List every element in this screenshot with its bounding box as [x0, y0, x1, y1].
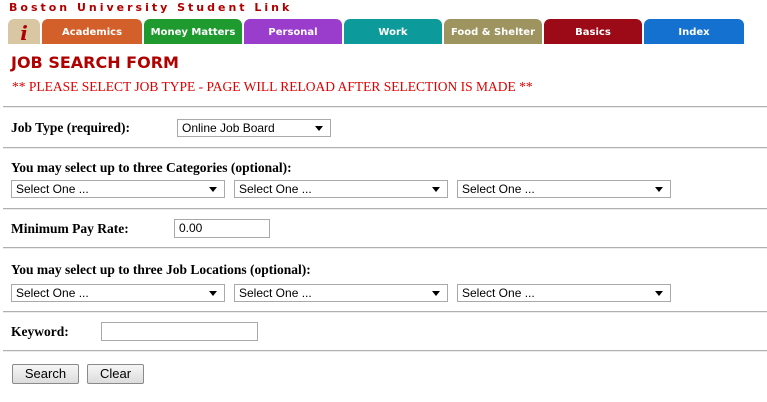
info-tab[interactable]: i [8, 19, 40, 44]
chevron-down-icon [655, 291, 663, 296]
chevron-down-icon [432, 291, 440, 296]
search-button[interactable]: Search [12, 364, 79, 384]
locations-label: You may select up to three Job Locations… [11, 262, 311, 277]
category-select-3-value: Select One ... [462, 182, 535, 196]
tab-personal[interactable]: Personal [244, 19, 342, 44]
divider [3, 208, 767, 210]
location-select-3-value: Select One ... [462, 286, 535, 300]
location-select-2[interactable]: Select One ... [234, 284, 448, 302]
chevron-down-icon [209, 187, 217, 192]
tab-food-shelter[interactable]: Food & Shelter [444, 19, 542, 44]
divider [3, 350, 767, 352]
chevron-down-icon [432, 187, 440, 192]
tab-academics[interactable]: Academics [42, 19, 142, 44]
category-select-1-value: Select One ... [16, 182, 89, 196]
location-select-3[interactable]: Select One ... [457, 284, 671, 302]
divider [3, 247, 767, 249]
chevron-down-icon [315, 126, 323, 131]
divider [3, 106, 767, 108]
location-select-2-value: Select One ... [239, 286, 312, 300]
min-pay-label: Minimum Pay Rate: [11, 221, 129, 236]
divider [3, 311, 767, 313]
tab-basics[interactable]: Basics [544, 19, 642, 44]
keyword-label: Keyword: [11, 324, 69, 339]
tab-money-matters[interactable]: Money Matters [144, 19, 242, 44]
divider [3, 147, 767, 149]
chevron-down-icon [655, 187, 663, 192]
min-pay-input[interactable]: 0.00 [174, 219, 270, 238]
location-select-1-value: Select One ... [16, 286, 89, 300]
category-select-1[interactable]: Select One ... [11, 180, 225, 198]
tab-index[interactable]: Index [644, 19, 744, 44]
categories-label: You may select up to three Categories (o… [11, 160, 292, 175]
category-select-2-value: Select One ... [239, 182, 312, 196]
site-title: Boston University Student Link [9, 1, 293, 14]
page-title: JOB SEARCH FORM [11, 53, 179, 72]
chevron-down-icon [209, 291, 217, 296]
category-select-2[interactable]: Select One ... [234, 180, 448, 198]
job-type-value: Online Job Board [182, 121, 275, 135]
keyword-input[interactable] [101, 322, 258, 341]
info-icon: i [20, 21, 28, 44]
site-header: Boston University Student Link i Academi… [0, 0, 767, 44]
category-select-3[interactable]: Select One ... [457, 180, 671, 198]
location-select-1[interactable]: Select One ... [11, 284, 225, 302]
reload-notice: ** PLEASE SELECT JOB TYPE - PAGE WILL RE… [12, 79, 533, 94]
tab-work[interactable]: Work [344, 19, 442, 44]
job-type-select[interactable]: Online Job Board [177, 119, 331, 137]
job-type-label: Job Type (required): [11, 120, 131, 135]
clear-button[interactable]: Clear [87, 364, 144, 384]
